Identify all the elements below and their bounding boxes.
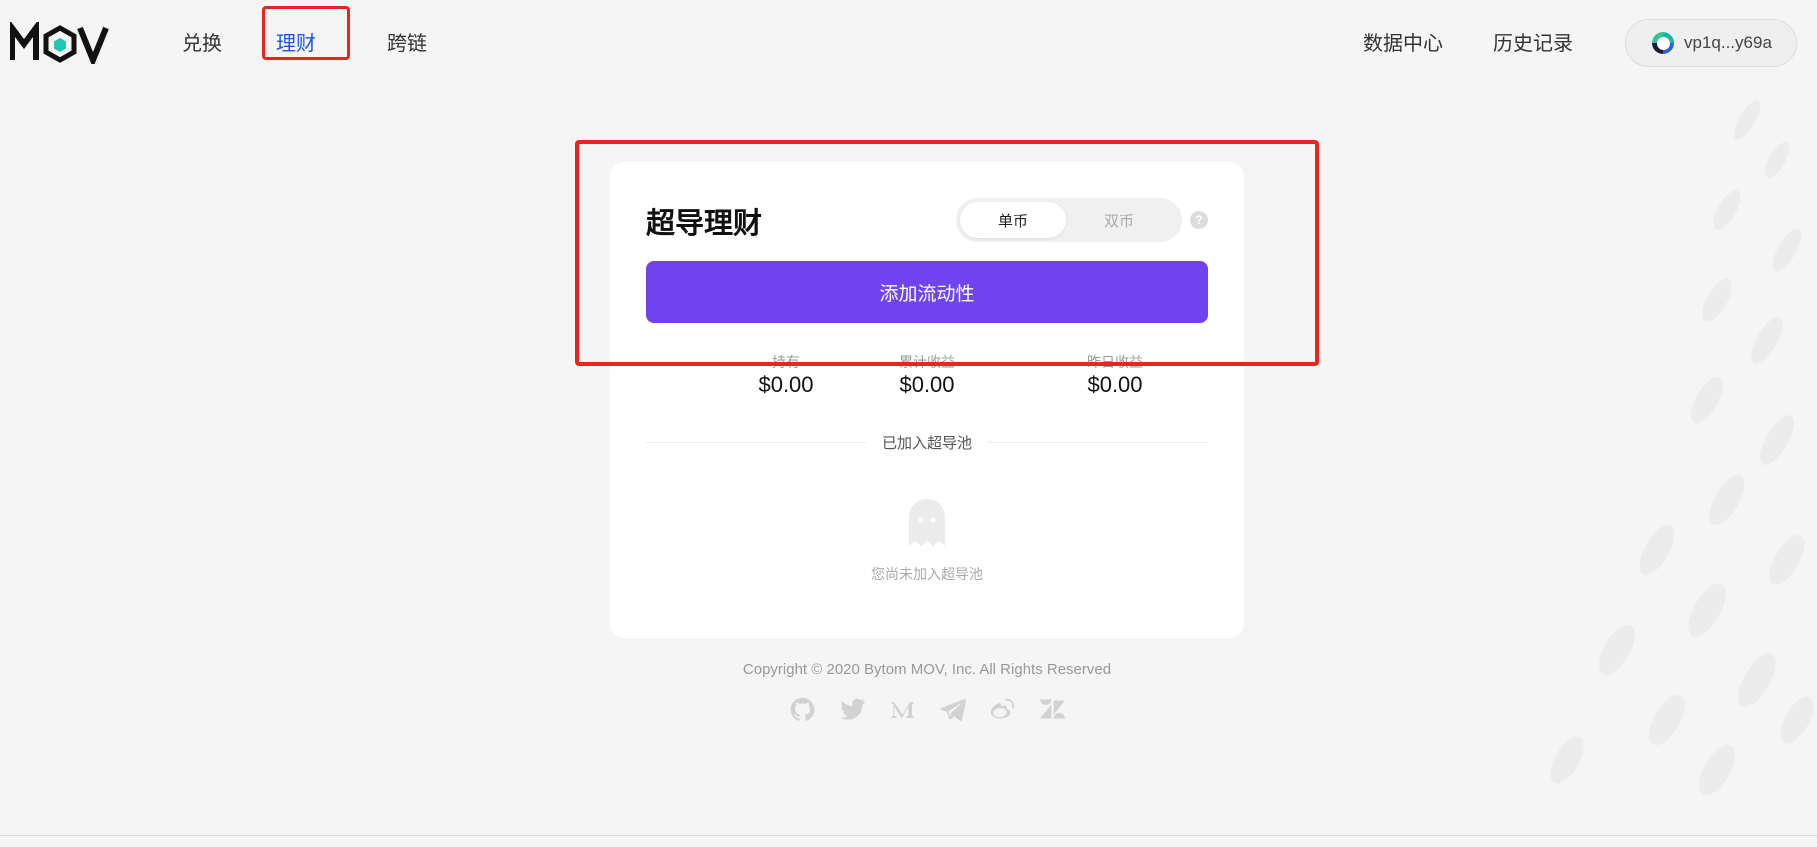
- nav-data-center[interactable]: 数据中心: [1363, 30, 1443, 56]
- wallet-avatar-icon: [1652, 32, 1674, 54]
- medium-icon[interactable]: [889, 696, 916, 723]
- coin-mode-toggle: 单币 双币: [956, 198, 1182, 242]
- toggle-single-coin[interactable]: 单币: [960, 202, 1066, 238]
- empty-state-text: 您尚未加入超导池: [871, 567, 983, 583]
- top-header: 兑换 理财 跨链 数据中心 历史记录 vp1q...y69a: [0, 0, 1817, 88]
- nav-history[interactable]: 历史记录: [1493, 30, 1573, 56]
- ghost-icon: [909, 499, 945, 546]
- wallet-address: vp1q...y69a: [1684, 33, 1772, 52]
- github-icon[interactable]: [789, 696, 816, 723]
- twitter-icon[interactable]: [839, 696, 866, 723]
- weibo-icon[interactable]: [989, 696, 1016, 723]
- finance-card: 超导理财 单币 双币 ? 添加流动性 持有 $0.00 累计收益 $0.00 昨…: [610, 162, 1244, 638]
- stat-total-earnings: 累计收益 $0.00: [832, 352, 1022, 398]
- add-liquidity-button[interactable]: 添加流动性: [646, 261, 1208, 323]
- nav-swap[interactable]: 兑换: [182, 30, 222, 56]
- wallet-button[interactable]: vp1q...y69a: [1625, 19, 1797, 67]
- mov-logo[interactable]: [10, 22, 110, 64]
- zendesk-icon[interactable]: [1039, 696, 1066, 723]
- toggle-dual-coin[interactable]: 双币: [1066, 202, 1172, 238]
- stat-value: $0.00: [1087, 372, 1143, 397]
- stat-value: $0.00: [899, 372, 955, 397]
- stat-yesterday-earnings: 昨日收益 $0.00: [1020, 352, 1210, 398]
- telegram-icon[interactable]: [939, 696, 966, 723]
- section-label: 已加入超导池: [865, 434, 988, 452]
- help-icon[interactable]: ?: [1190, 211, 1208, 229]
- nav-highlight-box: [262, 6, 350, 60]
- bottom-border: [0, 835, 1817, 836]
- nav-crosschain[interactable]: 跨链: [387, 30, 427, 56]
- copyright-text: Copyright © 2020 Bytom MOV, Inc. All Rig…: [742, 661, 1112, 678]
- stat-label: 累计收益: [899, 355, 955, 370]
- social-links: [789, 696, 1066, 723]
- logo-graphic: [10, 22, 109, 64]
- card-title: 超导理财: [646, 206, 763, 240]
- stat-label: 昨日收益: [1087, 355, 1143, 370]
- section-heading: 已加入超导池: [610, 432, 1244, 453]
